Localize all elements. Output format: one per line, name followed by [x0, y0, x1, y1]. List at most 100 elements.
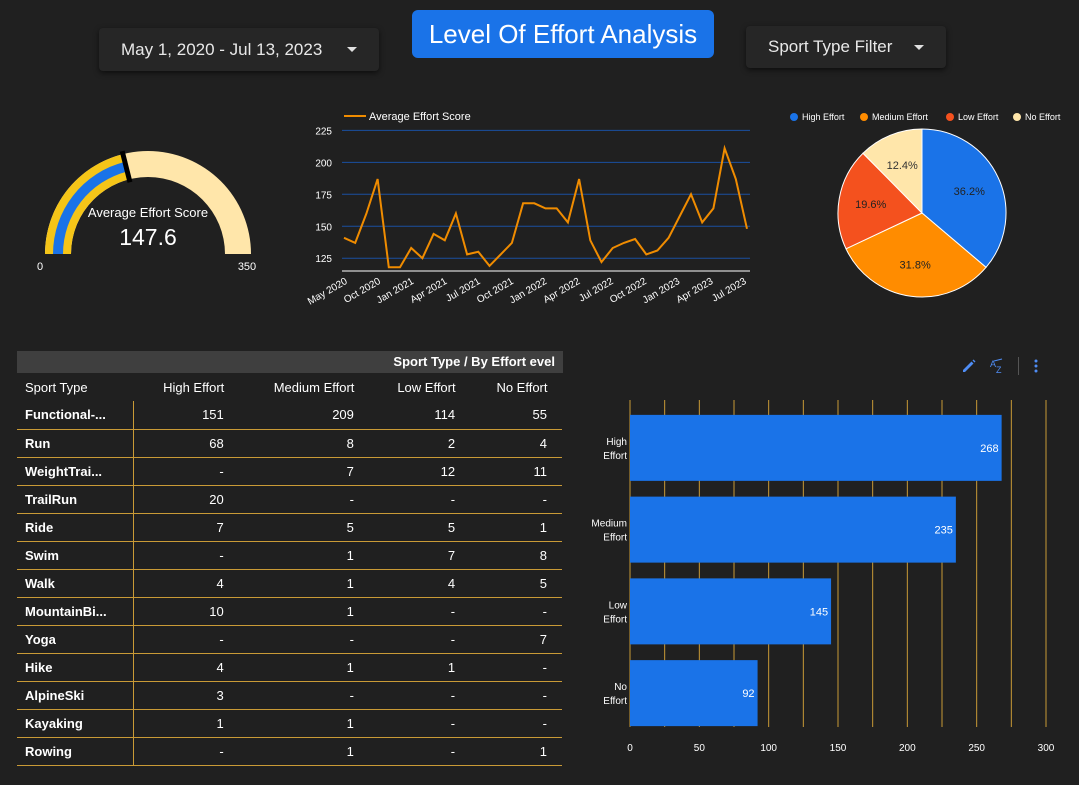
- legend-label[interactable]: Medium Effort: [872, 112, 928, 122]
- y-tick-label: 175: [315, 190, 332, 201]
- table-row[interactable]: Run 68 8 2 4: [17, 429, 562, 458]
- effort-count-cell: 55: [469, 401, 562, 430]
- legend-label[interactable]: No Effort: [1025, 112, 1061, 122]
- bar-value-label: 92: [742, 688, 754, 700]
- effort-count-cell: 1: [238, 569, 369, 598]
- col-sport-type[interactable]: Sport Type: [17, 373, 133, 401]
- sport-type-cell: Ride: [17, 513, 134, 542]
- pie-slice-label: 19.6%: [855, 199, 886, 211]
- effort-count-cell: 7: [238, 457, 369, 486]
- effort-table-grid: Sport Type High Effort Medium Effort Low…: [17, 373, 562, 766]
- legend-series-name: Average Effort Score: [369, 111, 471, 123]
- x-tick-label: 250: [968, 743, 985, 754]
- bar[interactable]: [630, 660, 758, 727]
- col-high-effort[interactable]: High Effort: [133, 373, 238, 401]
- effort-count-cell: 5: [469, 569, 562, 598]
- table-row[interactable]: Kayaking 1 1- -: [17, 709, 562, 738]
- gauge-min-label: 0: [37, 261, 43, 273]
- effort-count-cell: 1: [469, 513, 562, 542]
- bar[interactable]: [630, 414, 1002, 481]
- page-title-text: Level Of Effort Analysis: [428, 18, 698, 49]
- category-label: Effort: [603, 533, 627, 544]
- effort-count-cell: 5: [368, 513, 471, 542]
- effort-count-cell: 5: [238, 513, 369, 542]
- x-tick-label: Apr 2021: [409, 276, 450, 306]
- bar-chart-toolbar: A Z: [960, 354, 1060, 378]
- effort-count-cell: 114: [368, 401, 471, 430]
- sport-type-cell: MountainBi...: [17, 597, 134, 626]
- table-row[interactable]: MountainBi... 10 1- -: [17, 597, 562, 626]
- sport-type-cell: Hike: [17, 653, 134, 682]
- effort-count-cell: -: [469, 709, 562, 738]
- table-row[interactable]: AlpineSki 3- - -: [17, 681, 562, 710]
- x-tick-label: 0: [627, 743, 633, 754]
- category-label: Low: [609, 600, 628, 611]
- effort-count-cell: -: [469, 485, 562, 514]
- x-tick-label: 300: [1038, 743, 1055, 754]
- sport-type-cell: Rowing: [17, 737, 134, 766]
- category-label: Effort: [603, 696, 627, 707]
- effort-count-cell: 8: [469, 541, 562, 570]
- table-title: Sport Type / By Effort evel: [17, 351, 563, 373]
- sort-az-icon[interactable]: A Z: [988, 357, 1008, 375]
- table-row[interactable]: TrailRun 20- - -: [17, 485, 562, 514]
- effort-count-cell: -: [238, 681, 369, 710]
- bar[interactable]: [630, 578, 832, 645]
- effort-count-cell: -: [469, 681, 562, 710]
- table-row[interactable]: Yoga - - -7: [17, 625, 562, 654]
- table-row[interactable]: Ride 7 5 5 1: [17, 513, 562, 542]
- category-label: Effort: [603, 614, 627, 625]
- y-tick-label: 200: [315, 158, 332, 169]
- bar-value-label: 268: [980, 443, 998, 455]
- date-range-dropdown[interactable]: May 1, 2020 - Jul 13, 2023: [99, 28, 379, 71]
- effort-count-cell: 68: [133, 429, 239, 458]
- bar-value-label: 145: [810, 606, 828, 618]
- table-row[interactable]: WeightTrai... -7 12 11: [17, 457, 562, 486]
- bar-value-label: 235: [935, 525, 953, 537]
- sport-type-cell: Yoga: [17, 625, 134, 654]
- effort-count-cell: -: [469, 653, 562, 682]
- effort-count-cell: -: [368, 709, 471, 738]
- effort-count-cell: 4: [133, 653, 239, 682]
- legend-label[interactable]: High Effort: [802, 112, 845, 122]
- gauge-label: Average Effort Score: [88, 205, 208, 220]
- col-low-effort[interactable]: Low Effort: [368, 373, 469, 401]
- more-vert-icon[interactable]: [1029, 357, 1043, 375]
- effort-count-cell: -: [133, 457, 239, 486]
- table-row[interactable]: Functional-... 151 209 114 55: [17, 401, 562, 430]
- legend-swatch: [946, 113, 954, 121]
- effort-count-cell: 20: [133, 485, 239, 514]
- table-row[interactable]: Hike 4 1 1-: [17, 653, 562, 682]
- effort-count-cell: 11: [469, 457, 562, 486]
- effort-count-cell: 4: [368, 569, 471, 598]
- bar[interactable]: [630, 496, 956, 563]
- pie-slice-label: 31.8%: [900, 260, 931, 272]
- effort-bar-chart: 268 235 145 92 High Effort Medium Effort Low Eff…: [591, 400, 1055, 754]
- x-tick-label: 150: [830, 743, 847, 754]
- x-tick-label: Apr 2023: [675, 276, 716, 306]
- legend-swatch: [1013, 113, 1021, 121]
- x-tick-label: Jan 2023: [641, 276, 683, 306]
- category-label: Medium: [591, 519, 627, 530]
- col-medium-effort[interactable]: Medium Effort: [238, 373, 368, 401]
- sport-type-cell: Kayaking: [17, 709, 134, 738]
- table-row[interactable]: Rowing -1-1: [17, 737, 562, 766]
- x-tick-label: Jan 2022: [508, 276, 550, 306]
- sport-type-cell: Functional-...: [17, 401, 134, 430]
- sport-type-cell: AlpineSki: [17, 681, 134, 710]
- effort-count-cell: 10: [133, 597, 239, 626]
- effort-count-cell: 8: [238, 429, 369, 458]
- table-row[interactable]: Walk 4 1 4 5: [17, 569, 562, 598]
- effort-count-cell: 1: [238, 653, 369, 682]
- average-effort-line-chart: Average Effort Score 125 150 175 200 225 May…: [306, 111, 750, 308]
- effort-gauge: Average Effort Score 147.6 0 350: [37, 150, 256, 273]
- sport-type-filter-dropdown[interactable]: Sport Type Filter: [746, 26, 946, 68]
- table-row[interactable]: Swim -1 7 8: [17, 541, 562, 570]
- effort-count-cell: 1: [238, 541, 369, 570]
- sport-type-cell: Swim: [17, 541, 134, 570]
- pencil-icon[interactable]: [960, 357, 978, 375]
- col-no-effort[interactable]: No Effort: [470, 373, 562, 401]
- table-header-row: Sport Type High Effort Medium Effort Low…: [17, 373, 562, 401]
- legend-label[interactable]: Low Effort: [958, 112, 999, 122]
- effort-count-cell: -: [368, 681, 471, 710]
